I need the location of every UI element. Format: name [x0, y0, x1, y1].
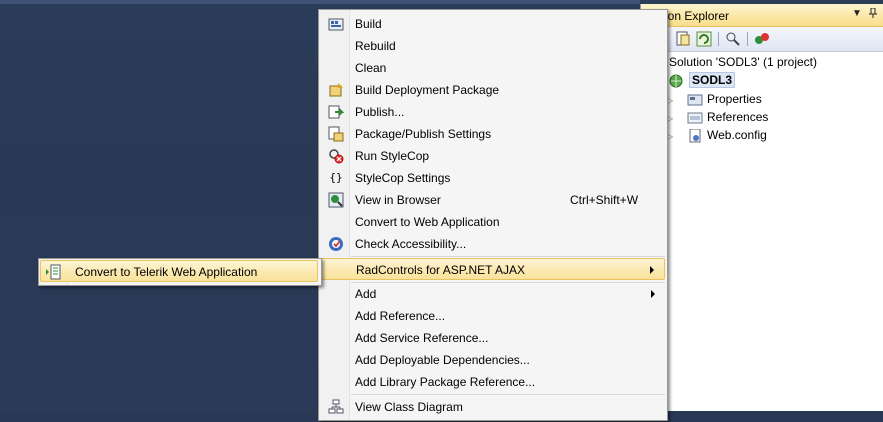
menu-item-add-reference[interactable]: Add Reference...	[321, 305, 665, 327]
properties-toolbar-icon[interactable]	[675, 31, 691, 47]
menu-item-label: Add Reference...	[355, 309, 446, 323]
browser-icon	[328, 192, 344, 208]
refresh-icon[interactable]	[696, 31, 712, 47]
submenu-arrow-icon	[650, 266, 654, 274]
menu-item-convert-to-telerik-web-application[interactable]: Convert to Telerik Web Application	[40, 260, 318, 282]
menu-item-label: Add Deployable Dependencies...	[355, 353, 530, 367]
pin-icon[interactable]	[868, 7, 878, 21]
config-file-icon	[687, 128, 703, 143]
menu-item-convert-to-web-application[interactable]: Convert to Web Application	[321, 211, 665, 233]
shortcut-text: Ctrl+Shift+W	[570, 193, 639, 207]
menu-item-label: RadControls for ASP.NET AJAX	[356, 263, 525, 277]
solution-label: Solution 'SODL3' (1 project)	[669, 55, 817, 69]
publish-icon	[328, 104, 345, 120]
menu-item-label: Check Accessibility...	[355, 237, 467, 251]
menu-item-check-accessibility[interactable]: Check Accessibility...	[321, 233, 665, 255]
menu-item-label: View in Browser	[355, 193, 441, 207]
telerik-convert-icon	[45, 264, 61, 280]
class-diagram-icon	[328, 399, 344, 415]
menu-separator	[351, 394, 665, 395]
menu-item-label: StyleCop Settings	[355, 171, 451, 185]
nest-files-icon[interactable]	[725, 31, 741, 47]
editor-top-strip	[0, 0, 640, 4]
menu-item-view-in-browser[interactable]: View in Browser Ctrl+Shift+W	[321, 189, 665, 211]
solution-explorer-title: ion Explorer	[665, 9, 730, 23]
menu-item-label: Add Library Package Reference...	[355, 375, 536, 389]
menu-item-label: Run StyleCop	[355, 149, 430, 163]
menu-item-build[interactable]: Build	[321, 13, 665, 35]
menu-item-label: Add Service Reference...	[355, 331, 489, 345]
solution-explorer-titlebar: ion Explorer ▼	[641, 4, 883, 27]
menu-item-radcontrols[interactable]: RadControls for ASP.NET AJAX	[321, 258, 665, 280]
menu-item-label: Build	[355, 17, 382, 31]
build-icon	[328, 16, 344, 32]
solution-explorer-panel: ion Explorer ▼ Solution 'SODL3' (1 proje…	[640, 4, 883, 411]
menu-item-label: Convert to Telerik Web Application	[75, 265, 258, 279]
tree-item-web-config[interactable]: Web.config	[687, 126, 767, 144]
accessibility-icon	[328, 236, 344, 252]
tree-item-properties[interactable]: Properties	[687, 90, 762, 108]
menu-item-label: Rebuild	[355, 39, 396, 53]
menu-item-rebuild[interactable]: Rebuild	[321, 35, 665, 57]
stylecop-icon	[328, 148, 344, 164]
menu-item-add-service-reference[interactable]: Add Service Reference...	[321, 327, 665, 349]
menu-item-label: Publish...	[355, 105, 405, 119]
menu-item-label: Convert to Web Application	[355, 215, 500, 229]
menu-item-stylecop-settings[interactable]: {} StyleCop Settings	[321, 167, 665, 189]
braces-icon: {}	[329, 171, 343, 184]
tree-item-label: Properties	[707, 92, 762, 106]
menu-item-label: Clean	[355, 61, 387, 75]
solution-explorer-toolbar	[641, 27, 883, 52]
menu-separator	[351, 256, 665, 257]
toolbar-separator	[718, 32, 719, 46]
menu-item-label: Build Deployment Package	[355, 83, 500, 97]
menu-item-label: View Class Diagram	[355, 400, 463, 414]
submenu-arrow-icon	[651, 290, 655, 298]
package-icon	[328, 82, 344, 98]
project-node[interactable]: SODL3	[669, 71, 736, 89]
menu-item-add[interactable]: Add	[321, 283, 665, 305]
menu-item-build-deployment-package[interactable]: Build Deployment Package	[321, 79, 665, 101]
web-project-icon	[669, 74, 685, 88]
expand-arrow-icon[interactable]: ▷	[667, 114, 675, 123]
menu-item-add-library-package-reference[interactable]: Add Library Package Reference...	[321, 371, 665, 393]
project-label: SODL3	[689, 72, 736, 88]
menu-item-add-deployable-dependencies[interactable]: Add Deployable Dependencies...	[321, 349, 665, 371]
toolbar-separator	[747, 32, 748, 46]
radcontrols-submenu: Convert to Telerik Web Application	[38, 258, 322, 286]
tree-item-references[interactable]: References	[687, 108, 768, 126]
tree-item-label: References	[707, 110, 769, 124]
project-context-menu: Build Rebuild Clean Build Deployment Pac…	[318, 9, 668, 421]
menu-item-label: Package/Publish Settings	[355, 127, 492, 141]
menu-item-clean[interactable]: Clean	[321, 57, 665, 79]
menu-item-label: Add	[355, 287, 377, 301]
expand-arrow-icon[interactable]: ▷	[667, 96, 675, 105]
solution-node[interactable]: Solution 'SODL3' (1 project)	[669, 53, 817, 71]
tree-item-label: Web.config	[707, 128, 767, 142]
menu-item-package-publish-settings[interactable]: Package/Publish Settings	[321, 123, 665, 145]
properties-folder-icon	[687, 93, 703, 107]
settings-icon	[328, 126, 344, 142]
expand-arrow-icon[interactable]: ▷	[667, 132, 675, 141]
menu-item-publish[interactable]: Publish...	[321, 101, 665, 123]
menu-item-run-stylecop[interactable]: Run StyleCop	[321, 145, 665, 167]
class-view-icon[interactable]	[754, 31, 770, 47]
dropdown-arrow-icon[interactable]: ▼	[852, 8, 862, 19]
references-folder-icon	[687, 111, 703, 125]
menu-item-view-class-diagram[interactable]: View Class Diagram	[321, 396, 665, 418]
